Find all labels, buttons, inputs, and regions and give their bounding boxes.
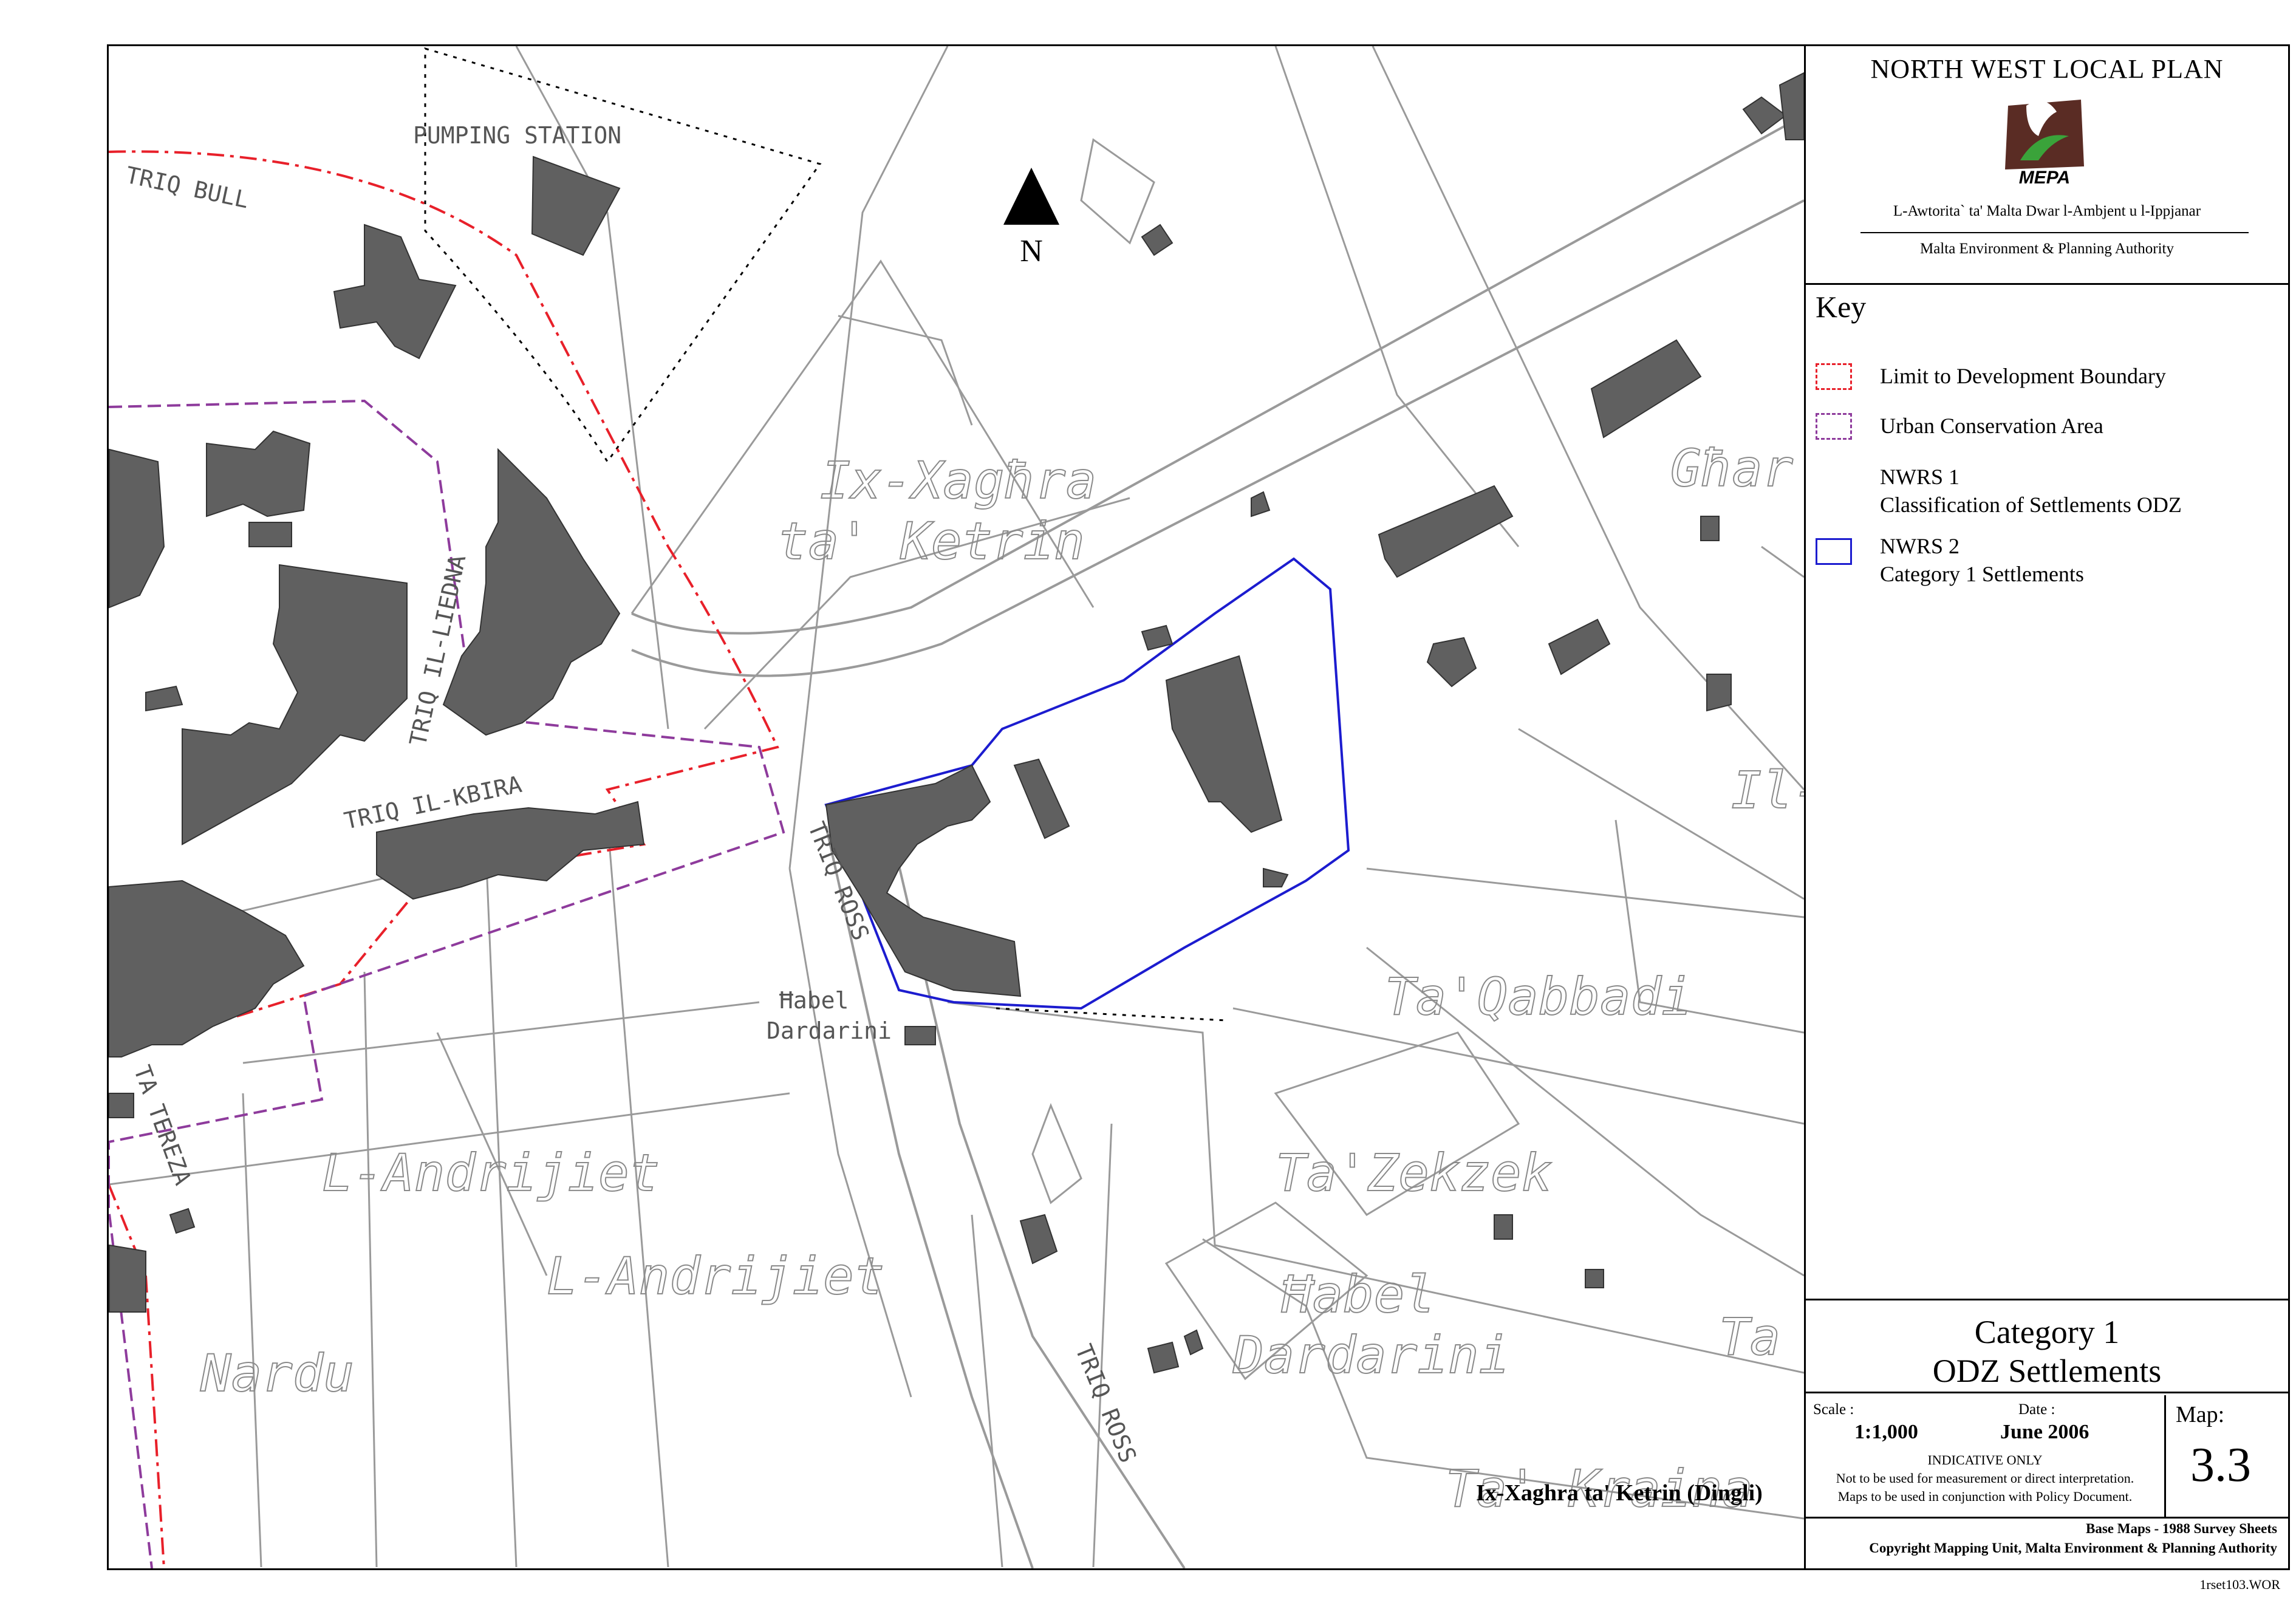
legend-panel: NORTH WEST LOCAL PLAN MEPA L-Awtorita` t… [1804,46,2288,1568]
key-title: Key [1816,290,1867,324]
category-line-2: ODZ Settlements [1932,1353,2162,1389]
street-name: TRIQ IL-LIEDNA [405,552,471,748]
place-name: Dardarini [1232,1325,1509,1385]
key-label: NWRS 1 [1880,465,1960,489]
scale-value: 1:1,000 [1854,1421,1918,1443]
small-label: Dardarini [767,1017,892,1044]
place-name: Il- [1731,760,1804,820]
plan-title: NORTH WEST LOCAL PLAN [1870,54,2224,84]
place-name: Ta'Qabbadi [1385,967,1692,1027]
credits-line-2: Copyright Mapping Unit, Malta Environmen… [1869,1540,2277,1556]
scale-label: Scale : [1813,1401,1854,1418]
place-name: Nardu [200,1344,354,1403]
usage-note-1: Not to be used for measurement or direct… [1836,1471,2134,1486]
main-road [631,114,1804,1568]
mepa-logo: MEPA [2005,100,2084,188]
indicative-only: INDICATIVE ONLY [1927,1452,2043,1468]
place-name: L-Andrijiet [322,1143,660,1203]
scale-date-block: Scale : 1:1,000 Date : June 2006 INDICAT… [1806,1395,2288,1519]
place-name: Ix-Xagħra [820,451,1096,510]
base-map[interactable]: N Ix-Xagħra ta' Ketrin Għar Il- Ta'Qabba… [109,46,1804,1568]
red-dash-swatch [1816,363,1852,390]
credits-line-1: Base Maps - 1988 Survey Sheets [2086,1521,2277,1536]
place-name: ta' Ketrin [777,511,1085,571]
divider [1860,232,2249,233]
map-info-block: Category 1 ODZ Settlements Scale : 1:1,0… [1806,1299,2288,1568]
pumping-station-compound [424,47,822,463]
place-name: Ta [1719,1307,1780,1367]
logo-text: MEPA [2019,168,2070,188]
key-label-secondary: Classification of Settlements ODZ [1880,493,2182,517]
file-code: 1rset103.WOR [2199,1577,2280,1592]
scale-date-cell: Scale : 1:1,000 Date : June 2006 INDICAT… [1806,1395,2166,1517]
place-name: Għar [1670,439,1793,498]
settlement-caption: Ix-Xaghra ta' Ketrin (Dingli) [1476,1480,1763,1506]
category-line-1: Category 1 [1974,1314,2120,1350]
authority-name-english: Malta Environment & Planning Authority [1919,241,2175,257]
key-label: Limit to Development Boundary [1880,364,2166,388]
place-name: L-Andrijiet [547,1246,884,1306]
map-number: 3.3 [2190,1438,2251,1492]
field-wall [996,1007,1228,1022]
blue-box-swatch [1816,538,1852,565]
date-value: June 2006 [2000,1421,2089,1443]
street-name: TA TEREZA [129,1062,197,1189]
key-label-secondary: Category 1 Settlements [1880,562,2084,586]
key-label: Urban Conservation Area [1880,414,2103,438]
map-label: Map: [2176,1402,2225,1427]
map-number-cell: Map: 3.3 [2166,1395,2288,1517]
street-name: TRIQ BULL [123,162,251,214]
date-label: Date : [2018,1401,2055,1418]
usage-note-2: Maps to be used in conjunction with Poli… [1837,1489,2133,1504]
north-arrow: N [1003,168,1059,268]
map-category-title: Category 1 ODZ Settlements [1806,1300,2288,1393]
authority-name-maltese: L-Awtorita` ta' Malta Dwar l-Ambjent u l… [1893,203,2201,219]
place-name: Ħabel [1281,1265,1435,1324]
credits: Base Maps - 1988 Survey Sheets Copyright… [1806,1519,2288,1558]
small-label: Ħabel [779,987,849,1014]
purple-dash-swatch [1816,413,1852,440]
title-block: NORTH WEST LOCAL PLAN MEPA L-Awtorita` t… [1806,46,2288,285]
key-label: NWRS 2 [1880,534,1960,558]
place-name: Ta'Zekzek [1276,1143,1552,1203]
north-arrow-label: N [1020,234,1043,268]
street-name: PUMPING STATION [413,122,621,149]
